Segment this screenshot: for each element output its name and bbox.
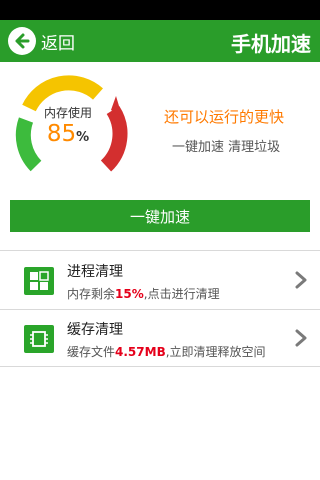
memory-remaining-value: 15% — [115, 287, 144, 301]
item-description: 缓存文件4.57MB,立即清理释放空间 — [67, 343, 266, 360]
item-title: 进程清理 — [67, 264, 123, 280]
divider — [0, 366, 320, 367]
back-label: 返回 — [41, 33, 75, 54]
page-title: 手机加速 — [231, 32, 311, 56]
list-item-cache-clean[interactable]: 缓存清理 缓存文件4.57MB,立即清理释放空间 — [0, 310, 320, 366]
process-grid-icon — [24, 267, 54, 295]
desc-prefix: 内存剩余 — [67, 287, 116, 301]
chevron-right-icon — [295, 271, 307, 289]
item-title: 缓存清理 — [67, 322, 123, 338]
chevron-right-icon — [295, 329, 307, 347]
hint-title: 还可以运行的更快 — [164, 108, 285, 126]
list-item-process-clean[interactable]: 进程清理 内存剩余15%,点击进行清理 — [0, 252, 320, 308]
hint-subtitle: 一键加速 清理垃圾 — [172, 140, 281, 155]
memory-gauge: 内存使用 85% — [10, 70, 140, 180]
desc-suffix: ,点击进行清理 — [143, 287, 220, 301]
one-key-speedup-button[interactable]: 一键加速 — [10, 200, 310, 232]
back-arrow-icon — [8, 27, 36, 55]
gauge-unit: % — [76, 130, 90, 145]
divider — [0, 250, 320, 251]
status-bar — [0, 0, 320, 20]
gauge-number: 85 — [46, 121, 77, 147]
chip-icon — [24, 325, 54, 353]
gauge-label: 内存使用 — [43, 106, 92, 120]
item-description: 内存剩余15%,点击进行清理 — [67, 285, 220, 302]
desc-prefix: 缓存文件 — [67, 345, 116, 359]
gauge-readout: 内存使用 85% — [18, 104, 118, 147]
gauge-value: 85% — [18, 121, 118, 147]
cache-size-value: 4.57MB — [115, 345, 166, 359]
title-bar: 返回 手机加速 — [0, 20, 320, 62]
back-button[interactable]: 返回 — [8, 26, 75, 56]
desc-suffix: ,立即清理释放空间 — [165, 345, 266, 359]
